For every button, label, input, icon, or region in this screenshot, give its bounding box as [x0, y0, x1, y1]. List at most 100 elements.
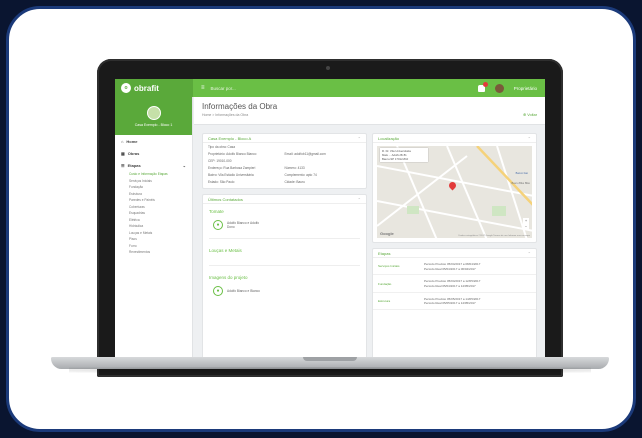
contact-person[interactable]: ● Adolfo Bianco e Adolfo Dono: [203, 216, 366, 234]
info-proprietario: Proprietário: Adolfo Bianco Bianco: [208, 151, 257, 156]
chevron-up-icon[interactable]: ⌃: [358, 197, 361, 202]
chevron-down-icon: ⌄: [182, 162, 186, 168]
chevron-up-icon[interactable]: ⌃: [528, 251, 531, 256]
obra-info-card: Casa Exemplo - Bloco A ⌃ Tipo da obra: Ca…: [202, 133, 367, 189]
etapa-dates: Período Previsto 05/04/2017 a 12/05/2017…: [424, 278, 480, 288]
bell-icon[interactable]: [477, 81, 488, 92]
card-header: Casa Exemplo - Bloco A ⌃: [203, 134, 366, 143]
camera-icon: [326, 66, 330, 70]
google-logo: Google: [380, 231, 394, 236]
info-endereco: Endereço: Rua Barbosa Zampieri: [208, 165, 256, 170]
etapas-card: Etapas ⌃ Serviços Iniciais Período Previs…: [372, 248, 537, 357]
etapa-real: Período Real 05/04/2017 a 06/04/2017: [424, 266, 476, 271]
divider: [209, 238, 360, 239]
sidebar-item-obras[interactable]: ▦ Obras: [115, 147, 192, 159]
notification-badge: [482, 81, 488, 87]
logo-text: obrafit: [134, 83, 159, 93]
person-icon: ●: [213, 220, 223, 230]
zoom-out-icon[interactable]: −: [523, 224, 529, 230]
etapa-row[interactable]: Serviços Iniciais Período Previsto 05/04…: [373, 258, 536, 276]
search-input[interactable]: Buscar por...: [211, 86, 236, 91]
card-header: Etapas ⌃: [373, 249, 536, 258]
sidebar: Casa Exemplo - Bloco 1 ⌂ Home ▦ Obras ☰ Eta…: [115, 97, 193, 357]
user-avatar[interactable]: [494, 83, 504, 93]
contact-section-label: Imagens do projeto: [209, 275, 248, 280]
map-info-line: Bauru-SP 17012-810: [382, 157, 409, 161]
page-frame: o obrafit ≡ Buscar por... Proprietário C…: [0, 0, 642, 438]
app-logo[interactable]: o obrafit: [115, 79, 193, 97]
sidebar-item-label: Home: [126, 138, 138, 144]
top-navbar: o obrafit ≡ Buscar por... Proprietário: [115, 79, 545, 97]
map-terms[interactable]: Dados cartográficos ©2017 Google Termos …: [459, 235, 531, 237]
etapa-previsto: Período Previsto 05/04/2017 a 12/05/2017: [424, 279, 481, 284]
laptop-shadow: [69, 367, 591, 373]
profile-avatar: [146, 105, 161, 120]
info-numero: Número: 4133: [284, 165, 305, 170]
etapa-real: Período Real 05/05/2017 a 14/05/2017: [424, 301, 476, 306]
sidebar-subitem[interactable]: Revestimentos: [115, 249, 192, 256]
list-icon: ☰: [121, 162, 125, 168]
etapa-real: Período Real 05/04/2017 a 14/05/2017: [424, 283, 476, 288]
page-title: Informações da Obra: [202, 102, 278, 111]
card-title: Etapas: [378, 250, 391, 256]
profile-name: Casa Exemplo - Bloco 1: [134, 122, 173, 127]
map-place-label: Banco Itaú: [515, 172, 528, 175]
back-button-label: Voltar: [527, 113, 537, 117]
info-email: Email: adolfob11@gmail.com: [284, 151, 326, 156]
map-place-label: Bauru Bike Bike: [511, 182, 530, 185]
person-icon: ●: [213, 286, 223, 296]
etapa-dates: Período Previsto 05/04/2017 a 08/04/2017…: [424, 261, 480, 271]
sidebar-item-label: Etapas: [127, 162, 141, 168]
etapa-dates: Período Previsto 05/05/2017 a 14/05/2017…: [424, 296, 480, 306]
map-view[interactable]: R. Dr. Vila Universitária Mais ... Adolf…: [377, 146, 532, 238]
etapa-row[interactable]: Estrutura Período Previsto 05/05/2017 a …: [373, 293, 536, 311]
info-estado: Estado: São Paulo: [208, 179, 235, 184]
info-bairro: Bairro: Vila Estádio Universitária: [208, 172, 254, 177]
info-cep: CEP: 19010-000: [208, 158, 232, 163]
hamburger-menu-icon[interactable]: ≡: [201, 85, 205, 91]
laptop-notch: [303, 357, 357, 361]
sidebar-profile: Casa Exemplo - Bloco 1: [115, 97, 192, 135]
laptop-screen: o obrafit ≡ Buscar por... Proprietário C…: [115, 79, 545, 357]
main-content: Informações da Obra Home > Informações d…: [194, 97, 545, 357]
contact-section-label: Louças e Metais: [209, 248, 242, 253]
info-row: Bairro: Vila Estádio Universitária Comple…: [203, 171, 366, 178]
person-name: Adolfo Bianco e Bianco: [227, 289, 260, 293]
page-header: Informações da Obra Home > Informações d…: [194, 97, 545, 125]
card-header: Localização ⌃: [373, 134, 536, 143]
card-title: Últimos Contatados: [208, 196, 243, 202]
etapa-previsto: Período Previsto 05/05/2017 a 14/05/2017: [424, 296, 481, 301]
info-row: Proprietário: Adolfo Bianco Bianco Email:…: [203, 150, 366, 157]
breadcrumb[interactable]: Home > Informações da Obra: [202, 113, 537, 117]
card-title: Casa Exemplo - Bloco A: [208, 135, 252, 141]
etapa-name: Fundação: [378, 281, 392, 286]
info-row: Estado: São Paulo Cidade: Bauru: [203, 178, 366, 185]
sidebar-item-home[interactable]: ⌂ Home: [115, 135, 192, 147]
etapa-previsto: Período Previsto 05/04/2017 a 08/04/2017: [424, 261, 481, 266]
etapa-name: Estrutura: [378, 298, 391, 303]
chevron-up-icon[interactable]: ⌃: [528, 136, 531, 141]
info-row: Endereço: Rua Barbosa Zampieri Número: 41…: [203, 164, 366, 171]
card-title: Localização: [378, 135, 400, 141]
home-icon: ⌂: [121, 138, 124, 144]
sidebar-item-etapas[interactable]: ☰ Etapas ⌄: [115, 159, 192, 171]
rounded-panel: o obrafit ≡ Buscar por... Proprietário C…: [6, 6, 636, 432]
user-menu[interactable]: Proprietário: [514, 86, 537, 91]
location-card: Localização ⌃ R. Dr. Vila Universitária …: [372, 133, 537, 243]
sidebar-item-label: Obras: [127, 150, 140, 156]
info-cidade: Cidade: Bauru: [284, 179, 305, 184]
info-tipo: Tipo da obra: Casa: [208, 144, 235, 149]
map-info-box: R. Dr. Vila Universitária Mais ... Adolf…: [380, 148, 428, 162]
etapa-row[interactable]: Fundação Período Previsto 05/04/2017 a 1…: [373, 275, 536, 293]
etapa-name: Serviços Iniciais: [378, 264, 400, 269]
info-row: CEP: 19010-000: [203, 157, 366, 164]
info-complemento: Complemento: apto 74: [284, 172, 317, 177]
contacts-card: Últimos Contatados ⌃ Tomate ● Adolfo Bian…: [202, 194, 367, 357]
card-header: Últimos Contatados ⌃: [203, 195, 366, 204]
back-button[interactable]: ⊕ Voltar: [523, 112, 537, 117]
top-right-controls: Proprietário: [477, 81, 545, 93]
map-zoom-control[interactable]: + −: [523, 218, 529, 230]
chevron-up-icon[interactable]: ⌃: [358, 136, 361, 141]
contact-section-label: Tomate: [209, 209, 224, 214]
contact-person[interactable]: ● Adolfo Bianco e Bianco: [203, 282, 366, 300]
